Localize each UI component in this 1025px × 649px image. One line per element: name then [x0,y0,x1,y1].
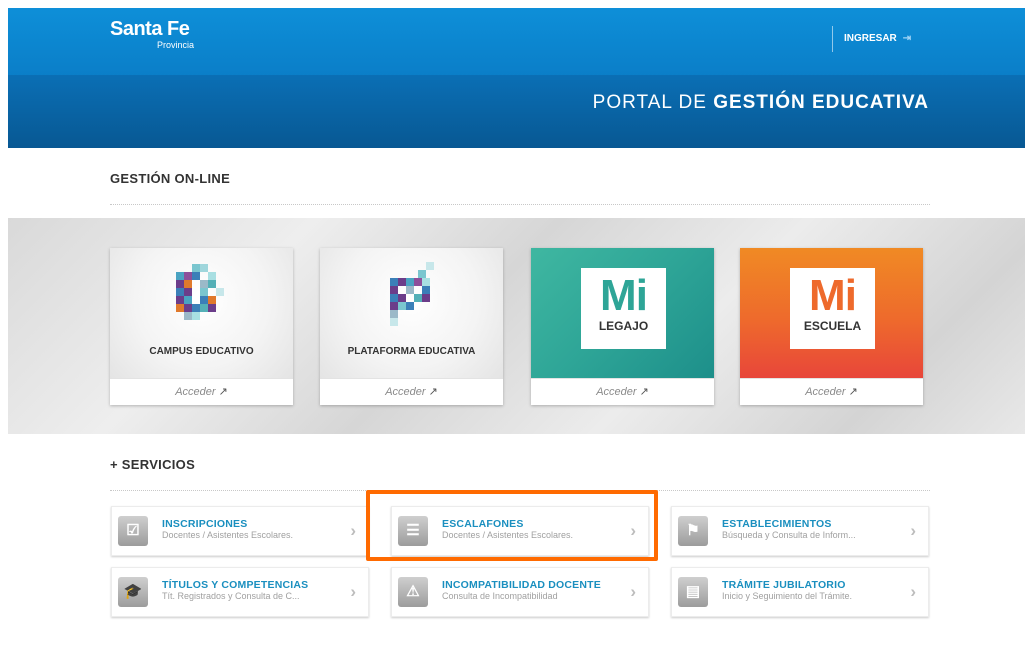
access-label: Acceder [385,386,426,398]
card-name: LEGAJO [598,319,649,333]
external-link-icon: ↗ [218,386,228,398]
chevron-right-icon: › [910,521,916,540]
portal-title: PORTAL DE GESTIÓN EDUCATIVA [593,92,929,114]
chevron-right-icon: › [630,582,636,601]
service-escalafones[interactable]: ☰ ESCALAFONES Docentes / Asistentes Esco… [391,506,649,556]
campus-image: CAMPUS EDUCATIVO [110,248,293,378]
chevron-right-icon: › [350,582,356,601]
service-establecimientos[interactable]: ⚑ ESTABLECIMIENTOS Búsqueda y Consulta d… [671,506,929,556]
online-divider [110,204,930,205]
mi-escuela-badge: Mi ESCUELA [790,268,875,349]
check-icon: ☑ [118,516,148,546]
chevron-right-icon: › [350,521,356,540]
service-title: INCOMPATIBILIDAD DOCENTE [442,579,601,591]
service-desc: Tít. Registrados y Consulta de C... [162,591,300,601]
card-name: ESCUELA [803,319,862,333]
card-plataforma-educativa[interactable]: PLATAFORMA EDUCATIVA Acceder ↗ [320,248,503,405]
card-mi-escuela[interactable]: Mi ESCUELA Acceder ↗ [740,248,923,405]
campus-logo-icon [176,264,224,320]
plataforma-image: PLATAFORMA EDUCATIVA [320,248,503,378]
login-label: INGRESAR [844,33,897,44]
service-title: TÍTULOS Y COMPETENCIAS [162,579,309,591]
service-titulos-competencias[interactable]: 🎓 TÍTULOS Y COMPETENCIAS Tít. Registrado… [111,567,369,617]
service-title: ESTABLECIMIENTOS [722,518,832,530]
external-link-icon: ↗ [848,386,858,398]
login-button[interactable]: INGRESAR ⇥ [832,26,911,52]
mi-legajo-badge: Mi LEGAJO [581,268,666,349]
site-header: Santa Fe Provincia INGRESAR ⇥ PORTAL DE … [8,8,1025,148]
service-desc: Inicio y Seguimiento del Trámite. [722,591,853,601]
service-desc: Docentes / Asistentes Escolares. [162,530,294,540]
archive-icon: ▤ [678,577,708,607]
service-desc: Consulta de Incompatibilidad [442,591,558,601]
chevron-right-icon: › [910,582,916,601]
services-divider [110,490,930,491]
warning-icon: ⚠ [398,577,428,607]
access-label: Acceder [175,386,216,398]
services-section-title: + SERVICIOS [110,457,196,472]
service-tramite-jubilatorio[interactable]: ▤ TRÁMITE JUBILATORIO Inicio y Seguimien… [671,567,929,617]
access-label: Acceder [596,386,637,398]
card-access-link[interactable]: Acceder ↗ [110,378,293,406]
card-access-link[interactable]: Acceder ↗ [740,378,923,406]
external-link-icon: ↗ [428,386,438,398]
service-title: ESCALAFONES [442,518,524,530]
santa-fe-logo[interactable]: Santa Fe Provincia [110,18,194,50]
list-icon: ☰ [398,516,428,546]
card-name: PLATAFORMA EDUCATIVA [347,346,476,357]
logo-text: Santa Fe [110,18,190,40]
service-incompatibilidad-docente[interactable]: ⚠ INCOMPATIBILIDAD DOCENTE Consulta de I… [391,567,649,617]
service-title: INSCRIPCIONES [162,518,248,530]
plataforma-logo-icon [390,262,434,326]
graduation-cap-icon: 🎓 [118,577,148,607]
flag-icon: ⚑ [678,516,708,546]
online-section-title: GESTIÓN ON-LINE [110,171,231,186]
external-link-icon: ↗ [639,386,649,398]
card-access-link[interactable]: Acceder ↗ [320,378,503,406]
logo-subtext: Provincia [157,40,195,50]
service-title: TRÁMITE JUBILATORIO [722,579,846,591]
mi-text: Mi [809,271,857,320]
mi-text: Mi [600,271,648,320]
access-label: Acceder [805,386,846,398]
service-desc: Docentes / Asistentes Escolares. [442,530,574,540]
card-name: CAMPUS EDUCATIVO [149,346,254,357]
portal-title-light: PORTAL DE [592,92,707,113]
chevron-right-icon: › [630,521,636,540]
service-desc: Búsqueda y Consulta de Inform... [722,530,856,540]
mi-escuela-image: Mi ESCUELA [740,248,923,378]
service-inscripciones[interactable]: ☑ INSCRIPCIONES Docentes / Asistentes Es… [111,506,369,556]
card-campus-educativo[interactable]: CAMPUS EDUCATIVO Acceder ↗ [110,248,293,405]
sign-in-icon: ⇥ [902,33,912,44]
portal-title-bold: GESTIÓN EDUCATIVA [713,92,929,113]
card-access-link[interactable]: Acceder ↗ [531,378,714,406]
card-mi-legajo[interactable]: Mi LEGAJO Acceder ↗ [531,248,714,405]
mi-legajo-image: Mi LEGAJO [531,248,714,378]
